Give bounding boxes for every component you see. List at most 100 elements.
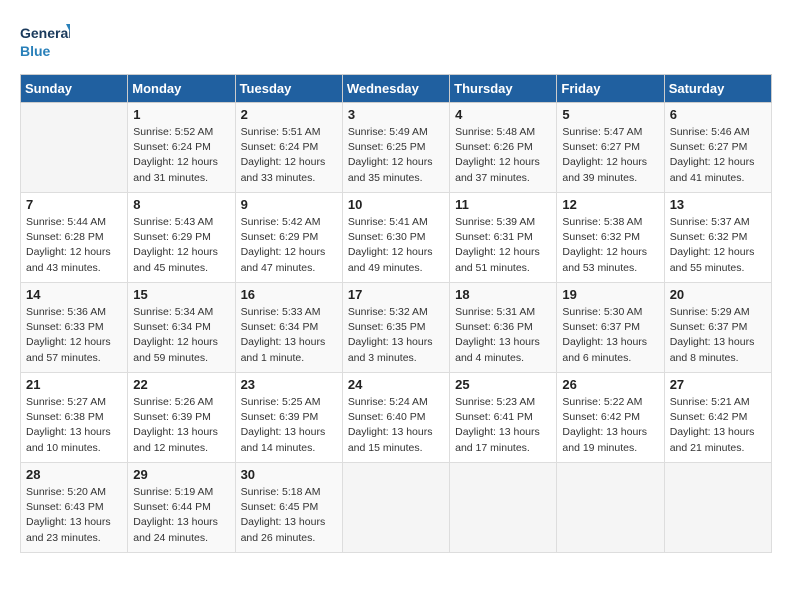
calendar-day-cell: 5 Sunrise: 5:47 AM Sunset: 6:27 PM Daylig…: [557, 103, 664, 193]
day-number: 2: [241, 107, 337, 122]
day-number: 13: [670, 197, 766, 212]
calendar-day-cell: 14 Sunrise: 5:36 AM Sunset: 6:33 PM Dayli…: [21, 283, 128, 373]
day-number: 4: [455, 107, 551, 122]
day-number: 25: [455, 377, 551, 392]
calendar-day-cell: 22 Sunrise: 5:26 AM Sunset: 6:39 PM Dayli…: [128, 373, 235, 463]
weekday-header-cell: Thursday: [450, 75, 557, 103]
day-number: 5: [562, 107, 658, 122]
svg-text:Blue: Blue: [20, 43, 51, 59]
calendar-day-cell: 18 Sunrise: 5:31 AM Sunset: 6:36 PM Dayli…: [450, 283, 557, 373]
calendar-day-cell: 3 Sunrise: 5:49 AM Sunset: 6:25 PM Daylig…: [342, 103, 449, 193]
day-number: 29: [133, 467, 229, 482]
day-info: Sunrise: 5:46 AM Sunset: 6:27 PM Dayligh…: [670, 125, 766, 186]
day-number: 1: [133, 107, 229, 122]
day-info: Sunrise: 5:33 AM Sunset: 6:34 PM Dayligh…: [241, 305, 337, 366]
day-number: 28: [26, 467, 122, 482]
calendar-day-cell: 4 Sunrise: 5:48 AM Sunset: 6:26 PM Daylig…: [450, 103, 557, 193]
weekday-header-cell: Friday: [557, 75, 664, 103]
calendar-day-cell: [21, 103, 128, 193]
calendar-week-row: 14 Sunrise: 5:36 AM Sunset: 6:33 PM Dayli…: [21, 283, 772, 373]
day-number: 6: [670, 107, 766, 122]
calendar-body: 1Sunrise: 5:52 AM Sunset: 6:24 PM Daylig…: [21, 103, 772, 553]
day-number: 18: [455, 287, 551, 302]
calendar-week-row: 21 Sunrise: 5:27 AM Sunset: 6:38 PM Dayli…: [21, 373, 772, 463]
calendar-day-cell: 13 Sunrise: 5:37 AM Sunset: 6:32 PM Dayli…: [664, 193, 771, 283]
calendar-day-cell: 24Sunrise: 5:24 AM Sunset: 6:40 PM Dayli…: [342, 373, 449, 463]
day-number: 14: [26, 287, 122, 302]
logo-svg: General Blue: [20, 20, 70, 64]
day-number: 7: [26, 197, 122, 212]
day-info: Sunrise: 5:24 AM Sunset: 6:40 PM Dayligh…: [348, 395, 444, 456]
calendar-day-cell: 1Sunrise: 5:52 AM Sunset: 6:24 PM Daylig…: [128, 103, 235, 193]
day-number: 21: [26, 377, 122, 392]
day-info: Sunrise: 5:41 AM Sunset: 6:30 PM Dayligh…: [348, 215, 444, 276]
calendar-day-cell: 8 Sunrise: 5:43 AM Sunset: 6:29 PM Daylig…: [128, 193, 235, 283]
calendar-day-cell: 9Sunrise: 5:42 AM Sunset: 6:29 PM Daylig…: [235, 193, 342, 283]
day-info: Sunrise: 5:38 AM Sunset: 6:32 PM Dayligh…: [562, 215, 658, 276]
day-info: Sunrise: 5:47 AM Sunset: 6:27 PM Dayligh…: [562, 125, 658, 186]
day-info: Sunrise: 5:51 AM Sunset: 6:24 PM Dayligh…: [241, 125, 337, 186]
calendar-day-cell: 27Sunrise: 5:21 AM Sunset: 6:42 PM Dayli…: [664, 373, 771, 463]
calendar-day-cell: 12 Sunrise: 5:38 AM Sunset: 6:32 PM Dayli…: [557, 193, 664, 283]
calendar-day-cell: 15Sunrise: 5:34 AM Sunset: 6:34 PM Dayli…: [128, 283, 235, 373]
weekday-header-cell: Saturday: [664, 75, 771, 103]
calendar-week-row: 7Sunrise: 5:44 AM Sunset: 6:28 PM Daylig…: [21, 193, 772, 283]
day-info: Sunrise: 5:26 AM Sunset: 6:39 PM Dayligh…: [133, 395, 229, 456]
calendar-week-row: 28 Sunrise: 5:20 AM Sunset: 6:43 PM Dayli…: [21, 463, 772, 553]
day-info: Sunrise: 5:27 AM Sunset: 6:38 PM Dayligh…: [26, 395, 122, 456]
day-number: 30: [241, 467, 337, 482]
day-info: Sunrise: 5:48 AM Sunset: 6:26 PM Dayligh…: [455, 125, 551, 186]
day-number: 11: [455, 197, 551, 212]
svg-text:General: General: [20, 25, 70, 41]
day-number: 16: [241, 287, 337, 302]
weekday-header-row: SundayMondayTuesdayWednesdayThursdayFrid…: [21, 75, 772, 103]
calendar-day-cell: 25Sunrise: 5:23 AM Sunset: 6:41 PM Dayli…: [450, 373, 557, 463]
calendar-day-cell: 29 Sunrise: 5:19 AM Sunset: 6:44 PM Dayli…: [128, 463, 235, 553]
day-info: Sunrise: 5:49 AM Sunset: 6:25 PM Dayligh…: [348, 125, 444, 186]
day-info: Sunrise: 5:39 AM Sunset: 6:31 PM Dayligh…: [455, 215, 551, 276]
calendar-day-cell: 6 Sunrise: 5:46 AM Sunset: 6:27 PM Daylig…: [664, 103, 771, 193]
day-number: 19: [562, 287, 658, 302]
weekday-header-cell: Wednesday: [342, 75, 449, 103]
calendar-day-cell: [557, 463, 664, 553]
calendar-day-cell: 23 Sunrise: 5:25 AM Sunset: 6:39 PM Dayli…: [235, 373, 342, 463]
day-number: 8: [133, 197, 229, 212]
day-number: 10: [348, 197, 444, 212]
day-info: Sunrise: 5:20 AM Sunset: 6:43 PM Dayligh…: [26, 485, 122, 546]
weekday-header-cell: Tuesday: [235, 75, 342, 103]
day-info: Sunrise: 5:31 AM Sunset: 6:36 PM Dayligh…: [455, 305, 551, 366]
calendar-day-cell: [450, 463, 557, 553]
day-info: Sunrise: 5:19 AM Sunset: 6:44 PM Dayligh…: [133, 485, 229, 546]
day-info: Sunrise: 5:25 AM Sunset: 6:39 PM Dayligh…: [241, 395, 337, 456]
calendar-day-cell: 30 Sunrise: 5:18 AM Sunset: 6:45 PM Dayli…: [235, 463, 342, 553]
day-info: Sunrise: 5:18 AM Sunset: 6:45 PM Dayligh…: [241, 485, 337, 546]
day-info: Sunrise: 5:43 AM Sunset: 6:29 PM Dayligh…: [133, 215, 229, 276]
day-info: Sunrise: 5:29 AM Sunset: 6:37 PM Dayligh…: [670, 305, 766, 366]
day-number: 27: [670, 377, 766, 392]
day-number: 23: [241, 377, 337, 392]
calendar-day-cell: 20 Sunrise: 5:29 AM Sunset: 6:37 PM Dayli…: [664, 283, 771, 373]
day-number: 15: [133, 287, 229, 302]
day-info: Sunrise: 5:30 AM Sunset: 6:37 PM Dayligh…: [562, 305, 658, 366]
calendar-day-cell: 19 Sunrise: 5:30 AM Sunset: 6:37 PM Dayli…: [557, 283, 664, 373]
calendar-day-cell: 7Sunrise: 5:44 AM Sunset: 6:28 PM Daylig…: [21, 193, 128, 283]
logo: General Blue: [20, 20, 70, 64]
calendar-day-cell: 28 Sunrise: 5:20 AM Sunset: 6:43 PM Dayli…: [21, 463, 128, 553]
calendar-day-cell: 10 Sunrise: 5:41 AM Sunset: 6:30 PM Dayli…: [342, 193, 449, 283]
calendar-day-cell: 2 Sunrise: 5:51 AM Sunset: 6:24 PM Daylig…: [235, 103, 342, 193]
calendar-day-cell: [342, 463, 449, 553]
day-info: Sunrise: 5:37 AM Sunset: 6:32 PM Dayligh…: [670, 215, 766, 276]
day-info: Sunrise: 5:36 AM Sunset: 6:33 PM Dayligh…: [26, 305, 122, 366]
calendar-day-cell: 16 Sunrise: 5:33 AM Sunset: 6:34 PM Dayli…: [235, 283, 342, 373]
calendar-day-cell: 26Sunrise: 5:22 AM Sunset: 6:42 PM Dayli…: [557, 373, 664, 463]
calendar-day-cell: 17Sunrise: 5:32 AM Sunset: 6:35 PM Dayli…: [342, 283, 449, 373]
calendar-table: SundayMondayTuesdayWednesdayThursdayFrid…: [20, 74, 772, 553]
day-number: 3: [348, 107, 444, 122]
day-number: 26: [562, 377, 658, 392]
day-info: Sunrise: 5:42 AM Sunset: 6:29 PM Dayligh…: [241, 215, 337, 276]
day-number: 20: [670, 287, 766, 302]
calendar-day-cell: [664, 463, 771, 553]
day-number: 22: [133, 377, 229, 392]
weekday-header-cell: Sunday: [21, 75, 128, 103]
day-number: 12: [562, 197, 658, 212]
